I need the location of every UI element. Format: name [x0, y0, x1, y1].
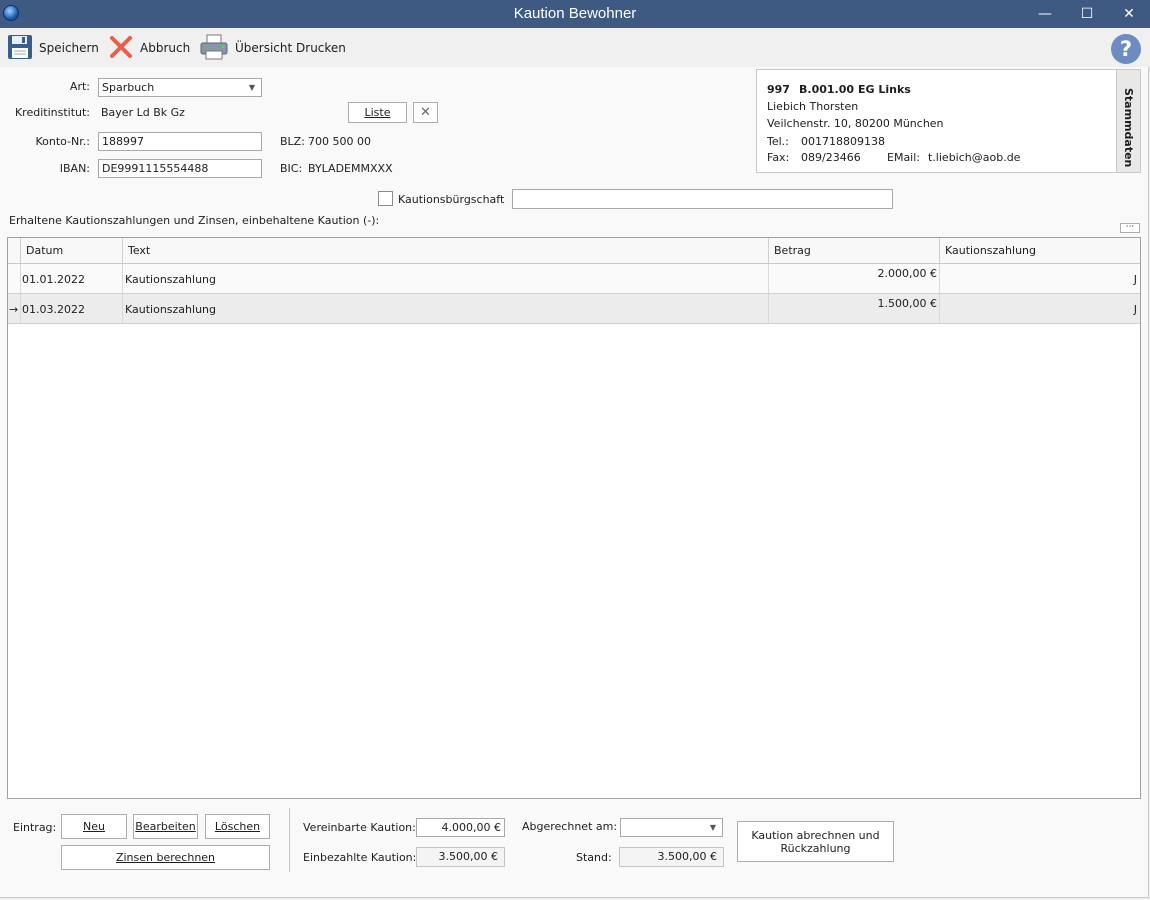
konto-label: Konto-Nr.: [35, 135, 90, 148]
vereinbarte-label: Vereinbarte Kaution: [303, 821, 416, 834]
cell-text: Kautionszahlung [123, 294, 769, 323]
chevron-down-icon: ▼ [248, 83, 255, 92]
save-label: Speichern [39, 41, 99, 55]
info-fax-label: Fax: [767, 151, 790, 164]
neu-label: Neu [83, 820, 105, 833]
blz-value: 700 500 00 [308, 135, 371, 148]
clear-bank-button[interactable]: ✕ [413, 102, 438, 123]
iban-label: IBAN: [59, 162, 90, 175]
cancel-button[interactable]: Abbruch [108, 32, 190, 64]
zinsen-berechnen-label: Zinsen berechnen [115, 851, 216, 864]
cancel-label: Abbruch [140, 41, 191, 55]
bearbeiten-button[interactable]: Bearbeiten [133, 814, 198, 839]
grid-more-button[interactable]: ··· [1120, 223, 1140, 233]
close-icon: ✕ [420, 105, 431, 120]
art-value: Sparbuch [102, 81, 155, 94]
bic-value: BYLADEMMXXX [308, 162, 393, 175]
current-row-arrow-icon: → [8, 294, 21, 323]
table-row[interactable]: 01.01.2022 Kautionszahlung 2.000,00 € J [8, 264, 1140, 294]
column-header-betrag[interactable]: Betrag [769, 238, 940, 264]
cell-text: Kautionszahlung [123, 264, 769, 293]
info-unit: B.001.00 [799, 83, 855, 96]
liste-label: Liste [364, 106, 391, 119]
abgerechnet-dropdown[interactable]: ▼ [620, 818, 723, 837]
buergschaft-label: Kautionsbürgschaft [398, 193, 505, 206]
cell-kautionszahlung: J [1133, 303, 1137, 316]
konto-input[interactable]: 188997 [98, 132, 262, 151]
cell-betrag: 2.000,00 € [769, 264, 940, 293]
info-location: EG Links [858, 83, 911, 96]
column-header-datum[interactable]: Datum [21, 238, 123, 264]
minimize-button[interactable]: — [1024, 0, 1066, 28]
red-x-icon [108, 34, 134, 63]
info-address: Veilchenstr. 10, 80200 München [767, 117, 944, 130]
column-header-kautionszahlung[interactable]: Kautionszahlung [940, 238, 1140, 264]
info-name: Liebich Thorsten [767, 100, 859, 113]
payments-grid[interactable]: Datum Text Betrag Kautionszahlung 01.01.… [7, 237, 1141, 799]
close-button[interactable]: ✕ [1108, 0, 1150, 28]
row-indicator [8, 264, 21, 293]
info-tel-value: 001718809138 [801, 135, 885, 148]
print-overview-button[interactable]: Übersicht Drucken [199, 32, 346, 64]
row-indicator-header [8, 238, 21, 264]
chevron-down-icon: ▼ [709, 823, 716, 832]
neu-button[interactable]: Neu [61, 814, 127, 839]
iban-input[interactable]: DE9991115554488 [98, 159, 262, 178]
info-tel-label: Tel.: [767, 135, 789, 148]
bic-label: BIC: [280, 162, 303, 175]
cell-kautionszahlung: J [1133, 273, 1137, 286]
cell-datum: 01.01.2022 [21, 264, 123, 293]
column-header-text[interactable]: Text [123, 238, 769, 264]
loeschen-button[interactable]: Löschen [205, 814, 270, 839]
cell-betrag: 1.500,00 € [769, 294, 940, 323]
toolbar: Speichern Abbruch Übersicht Drucken ? [0, 28, 1150, 67]
kreditinstitut-value: Bayer Ld Bk Gz [101, 106, 185, 119]
stand-value: 3.500,00 € [619, 847, 724, 867]
buergschaft-checkbox[interactable] [378, 191, 393, 206]
kaution-abrechnen-label: Kaution abrechnen und Rückzahlung [751, 828, 880, 855]
buergschaft-input[interactable] [512, 189, 893, 209]
stand-label: Stand: [576, 851, 612, 864]
vereinbarte-input[interactable]: 4.000,00 € [416, 818, 505, 837]
help-icon[interactable]: ? [1111, 34, 1141, 64]
eintrag-label: Eintrag: [13, 821, 57, 834]
bottom-divider [289, 808, 290, 872]
info-number: 997 [767, 83, 790, 96]
zinsen-berechnen-button[interactable]: Zinsen berechnen [61, 845, 270, 870]
blz-label: BLZ: [280, 135, 305, 148]
info-fax-value: 089/23466 [801, 151, 861, 164]
info-email-value: t.liebich@aob.de [928, 151, 1021, 164]
abgerechnet-label: Abgerechnet am: [522, 820, 618, 833]
save-button[interactable]: Speichern [7, 32, 99, 64]
einbezahlte-label: Einbezahlte Kaution: [303, 851, 417, 864]
printer-icon [199, 33, 229, 64]
grid-caption: Erhaltene Kautionszahlungen und Zinsen, … [9, 214, 380, 227]
stammdaten-label: Stammdaten [1122, 88, 1135, 168]
kaution-abrechnen-button[interactable]: Kaution abrechnen und Rückzahlung [737, 821, 894, 862]
resident-info-box: 997 B.001.00 EG Links Liebich Thorsten V… [756, 69, 1141, 173]
art-label: Art: [69, 80, 90, 93]
kreditinstitut-label: Kreditinstitut: [14, 106, 90, 119]
window-title: Kaution Bewohner [513, 5, 637, 22]
floppy-disk-icon [7, 34, 33, 63]
table-row[interactable]: → 01.03.2022 Kautionszahlung 1.500,00 € … [8, 294, 1140, 324]
bearbeiten-label: Bearbeiten [135, 820, 196, 833]
liste-button[interactable]: Liste [348, 102, 407, 123]
title-bar: Kaution Bewohner — ☐ ✕ [0, 0, 1150, 28]
info-email-label: EMail: [887, 151, 920, 164]
art-dropdown[interactable]: Sparbuch ▼ [98, 78, 262, 97]
einbezahlte-value: 3.500,00 € [416, 847, 505, 867]
maximize-button[interactable]: ☐ [1066, 0, 1108, 28]
print-overview-label: Übersicht Drucken [235, 41, 346, 55]
loeschen-label: Löschen [214, 820, 261, 833]
cell-datum: 01.03.2022 [21, 294, 123, 323]
stammdaten-tab[interactable]: Stammdaten [1116, 70, 1140, 172]
